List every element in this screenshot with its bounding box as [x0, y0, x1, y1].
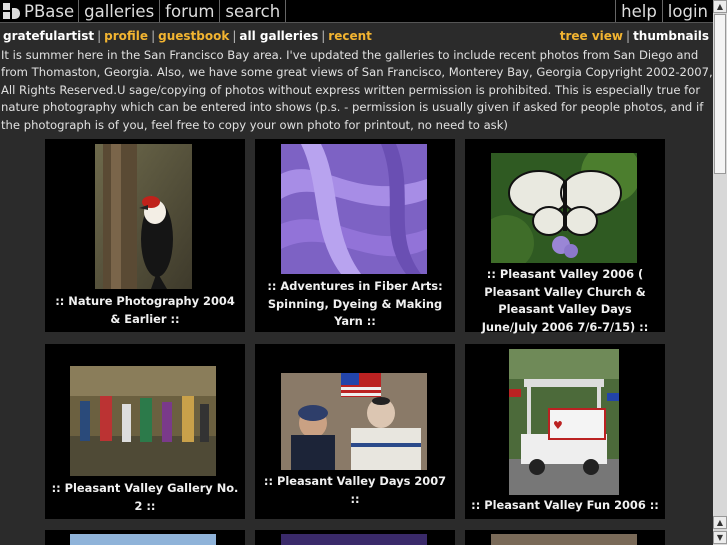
gallery-card-pv-fun-2006[interactable]: ♥ :: Pleasant Valley Fun 2006 :: [465, 344, 665, 519]
nav-forum[interactable]: forum [160, 0, 221, 22]
gallery-card-pv-2006[interactable]: :: Pleasant Valley 2006 ( Pleasant Valle… [465, 139, 665, 334]
nav-galleries[interactable]: galleries [79, 0, 161, 22]
thumbnail-partial[interactable] [70, 534, 216, 545]
nav-help[interactable]: help [615, 0, 662, 22]
tree-view-link[interactable]: tree view [560, 29, 623, 43]
profile-link[interactable]: profile [104, 29, 148, 43]
vertical-scrollbar[interactable]: ▲ ▲ ▼ [713, 0, 727, 545]
nav-login[interactable]: login [661, 0, 713, 22]
all-galleries-label: all galleries [239, 29, 319, 43]
scrollbar-thumb[interactable] [714, 14, 726, 174]
thumbnail-partial[interactable] [281, 534, 427, 545]
gallery-caption[interactable]: :: Pleasant Valley 2006 ( Pleasant Valle… [471, 266, 659, 336]
gallery-caption[interactable]: :: Pleasant Valley Fun 2006 :: [471, 497, 659, 515]
top-nav-bar: PBase galleries forum search help login [0, 0, 713, 23]
gallery-caption[interactable]: :: Adventures in Fiber Arts: Spinning, D… [261, 278, 449, 331]
username-link[interactable]: gratefulartist [3, 29, 94, 43]
gallery-description: It is summer here in the San Francisco B… [1, 48, 713, 132]
scroll-down-icon[interactable]: ▼ [713, 531, 727, 544]
pbase-logo-icon [3, 3, 21, 19]
guestbook-link[interactable]: guestbook [158, 29, 229, 43]
gallery-card-row3-1[interactable] [45, 530, 245, 545]
woodpecker-thumbnail[interactable] [95, 144, 192, 289]
golf-cart-thumbnail[interactable]: ♥ [509, 349, 619, 495]
gallery-card-fiber-arts[interactable]: :: Adventures in Fiber Arts: Spinning, D… [255, 139, 455, 332]
butterfly-thumbnail[interactable] [491, 153, 637, 263]
gallery-card-pv-days-2007[interactable]: :: Pleasant Valley Days 2007 :: [255, 344, 455, 519]
gallery-caption[interactable]: :: Nature Photography 2004 & Earlier :: [51, 293, 239, 328]
people-thumbnail[interactable] [281, 373, 427, 470]
gallery-card-row3-2[interactable] [255, 530, 455, 545]
thumbnail-partial[interactable] [491, 534, 637, 545]
dancers-thumbnail[interactable] [70, 366, 216, 476]
recent-link[interactable]: recent [328, 29, 372, 43]
gallery-card-row3-3[interactable] [465, 530, 665, 545]
gallery-card-pv-gallery-2[interactable]: :: Pleasant Valley Gallery No. 2 :: [45, 344, 245, 519]
nav-search[interactable]: search [220, 0, 287, 22]
gallery-card-nature[interactable]: :: Nature Photography 2004 & Earlier :: [45, 139, 245, 332]
scroll-up-bottom-icon[interactable]: ▲ [713, 516, 727, 529]
pbase-logo-text: PBase [24, 1, 75, 21]
gallery-caption[interactable]: :: Pleasant Valley Gallery No. 2 :: [51, 480, 239, 515]
yarn-thumbnail[interactable] [281, 144, 427, 274]
gallery-caption[interactable]: :: Pleasant Valley Days 2007 :: [261, 473, 449, 508]
scroll-up-icon[interactable]: ▲ [713, 0, 727, 13]
thumbnails-label: thumbnails [633, 29, 709, 43]
pbase-logo-link[interactable]: PBase [0, 0, 80, 22]
user-bar: gratefulartist | profile | guestbook | a… [3, 29, 709, 43]
svg-text:♥: ♥ [553, 419, 563, 432]
